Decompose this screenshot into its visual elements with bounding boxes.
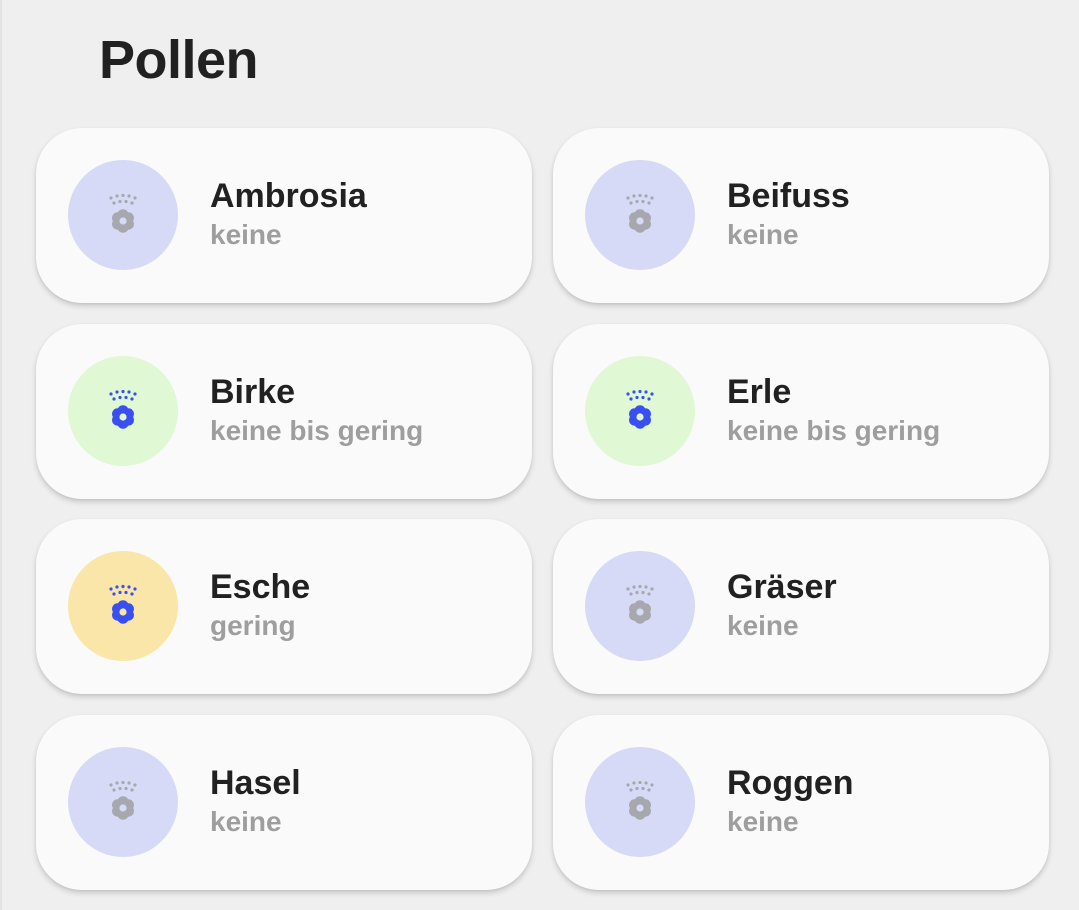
pollen-card-label: Gräser keine [727,567,837,645]
pollen-card-beifuss[interactable]: Beifuss keine [553,128,1049,303]
pollen-name: Roggen [727,763,854,802]
pollen-name: Beifuss [727,177,850,215]
pollen-card-birke[interactable]: Birke keine bis gering [36,323,532,499]
pollen-level-badge [585,746,695,857]
pollen-flower-icon [109,389,137,429]
pollen-card-esche[interactable]: Esche gering [36,519,532,694]
pollen-level: keine [210,219,282,250]
pollen-flower-icon [109,780,137,820]
pollen-level: keine [727,610,799,641]
pollen-card-label: Roggen keine [727,763,854,841]
pollen-card-label: Esche gering [210,567,310,645]
pollen-level-badge [68,746,178,857]
pollen-level-badge [585,355,695,466]
pollen-card-label: Ambrosia keine [210,176,367,254]
pollen-grid: Ambrosia keine Beifuss keine Birke keine… [36,128,1049,890]
pollen-level-badge [68,160,178,270]
pollen-level: keine [727,805,799,837]
pollen-name: Hasel [210,763,301,802]
pollen-level-badge [585,160,695,270]
pollen-level: gering [210,610,296,641]
pollen-card-ambrosia[interactable]: Ambrosia keine [36,128,532,303]
pollen-level: keine bis gering [210,414,424,446]
pollen-card-label: Beifuss keine [727,176,850,254]
pollen-level: keine bis gering [727,414,941,446]
pollen-name: Birke [210,372,296,411]
pollen-card-label: Birke keine bis gering [210,372,423,450]
pollen-flower-icon [109,584,137,624]
pollen-card-hasel[interactable]: Hasel keine [36,714,532,890]
pollen-name: Esche [210,568,311,606]
pollen-card-roggen[interactable]: Roggen keine [553,714,1049,890]
pollen-level: keine [210,805,282,837]
pollen-name: Ambrosia [210,177,367,215]
pollen-level: keine [727,219,799,250]
pollen-name: Gräser [727,568,837,606]
pollen-card-label: Erle keine bis gering [727,372,940,450]
pollen-flower-icon [626,193,654,233]
pollen-flower-icon [109,193,137,233]
page-title: Pollen [99,30,259,90]
pollen-level-badge [68,551,178,661]
pollen-flower-icon [626,584,654,624]
pollen-level-badge [585,551,695,661]
pollen-card-graeser[interactable]: Gräser keine [553,519,1049,694]
pollen-page: Pollen Ambrosia keine Beifuss keine Birk… [0,0,1079,910]
pollen-flower-icon [626,780,654,820]
pollen-card-erle[interactable]: Erle keine bis gering [553,323,1049,499]
pollen-level-badge [68,355,178,466]
pollen-flower-icon [626,389,654,429]
pollen-card-label: Hasel keine [210,763,301,841]
pollen-name: Erle [727,372,792,411]
